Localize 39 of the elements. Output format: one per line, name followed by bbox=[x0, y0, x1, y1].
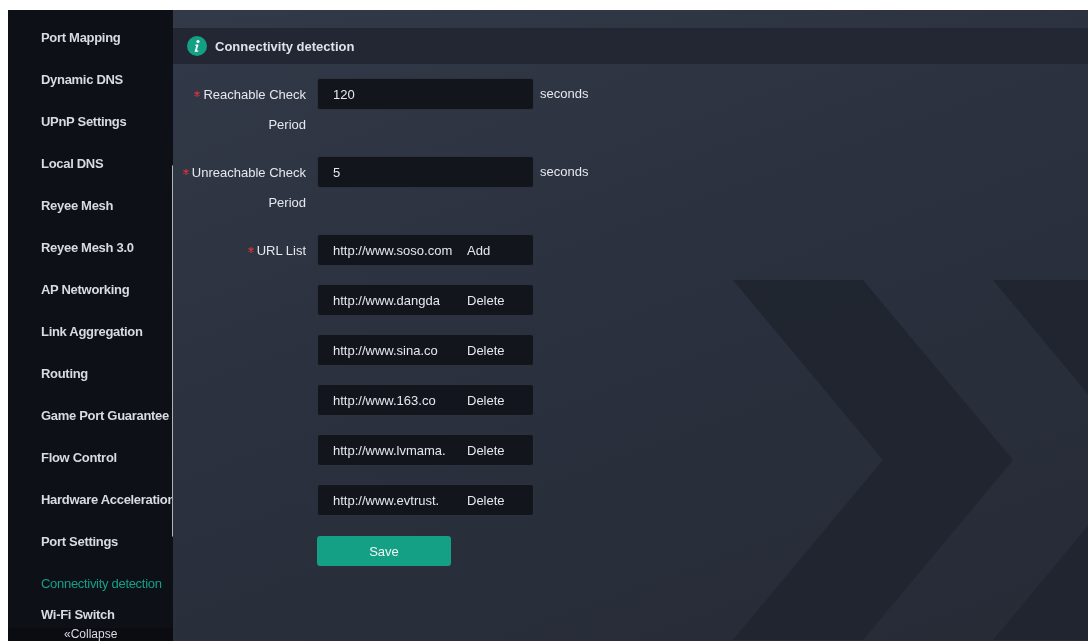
sidebar-item[interactable]: Local DNS bbox=[8, 142, 173, 184]
sidebar-item[interactable]: Game Port Guarantee bbox=[8, 394, 173, 436]
sidebar-item[interactable]: Port Settings bbox=[8, 520, 173, 562]
field-label: Unreachable Check Period bbox=[176, 156, 306, 218]
url-input-field[interactable]: http://www.lvmama. Delete bbox=[317, 434, 534, 466]
sidebar-item[interactable]: Wi-Fi Switch bbox=[8, 604, 173, 623]
url-input-field[interactable]: http://www.sina.co Delete bbox=[317, 334, 534, 366]
url-action-button[interactable]: Delete bbox=[461, 490, 511, 510]
url-input-field[interactable]: http://www.soso.com Add bbox=[317, 234, 534, 266]
field-label: Reachable Check Period bbox=[176, 78, 306, 140]
url-input-field[interactable]: http://www.163.co Delete bbox=[317, 384, 534, 416]
sidebar-item[interactable]: Reyee Mesh 3.0 bbox=[8, 226, 173, 268]
collapse-button[interactable]: «Collapse bbox=[8, 628, 173, 641]
sidebar-item[interactable]: Port Mapping bbox=[8, 16, 173, 58]
url-input-field[interactable]: http://www.dangda Delete bbox=[317, 284, 534, 316]
sidebar-item[interactable]: Connectivity detection bbox=[8, 562, 173, 604]
required-mark-icon bbox=[194, 91, 201, 97]
sidebar-item[interactable]: UPnP Settings bbox=[8, 100, 173, 142]
input-field[interactable]: 5 bbox=[317, 156, 534, 188]
sidebar-item[interactable]: Link Aggregation bbox=[8, 310, 173, 352]
url-action-button[interactable]: Add bbox=[461, 240, 497, 260]
unit-label: seconds bbox=[540, 85, 590, 103]
url-action-button[interactable]: Delete bbox=[461, 290, 511, 310]
url-action-button[interactable]: Delete bbox=[461, 340, 511, 360]
sidebar-item[interactable]: Flow Control bbox=[8, 436, 173, 478]
url-input-field[interactable]: http://www.evtrust. Delete bbox=[317, 484, 534, 516]
field-label: URL List bbox=[176, 234, 306, 266]
input-field[interactable]: 120 bbox=[317, 78, 534, 110]
required-mark-icon bbox=[182, 169, 189, 175]
info-icon bbox=[187, 36, 207, 56]
section-title: Connectivity detection bbox=[215, 38, 355, 54]
sidebar-item[interactable]: Dynamic DNS bbox=[8, 58, 173, 100]
url-action-button[interactable]: Delete bbox=[461, 440, 511, 460]
unit-label: seconds bbox=[540, 163, 590, 181]
sidebar-item[interactable]: Routing bbox=[8, 352, 173, 394]
sidebar-item[interactable]: AP Networking bbox=[8, 268, 173, 310]
url-action-button[interactable]: Delete bbox=[461, 390, 511, 410]
sidebar-item[interactable]: Reyee Mesh bbox=[8, 184, 173, 226]
required-mark-icon bbox=[247, 247, 254, 253]
